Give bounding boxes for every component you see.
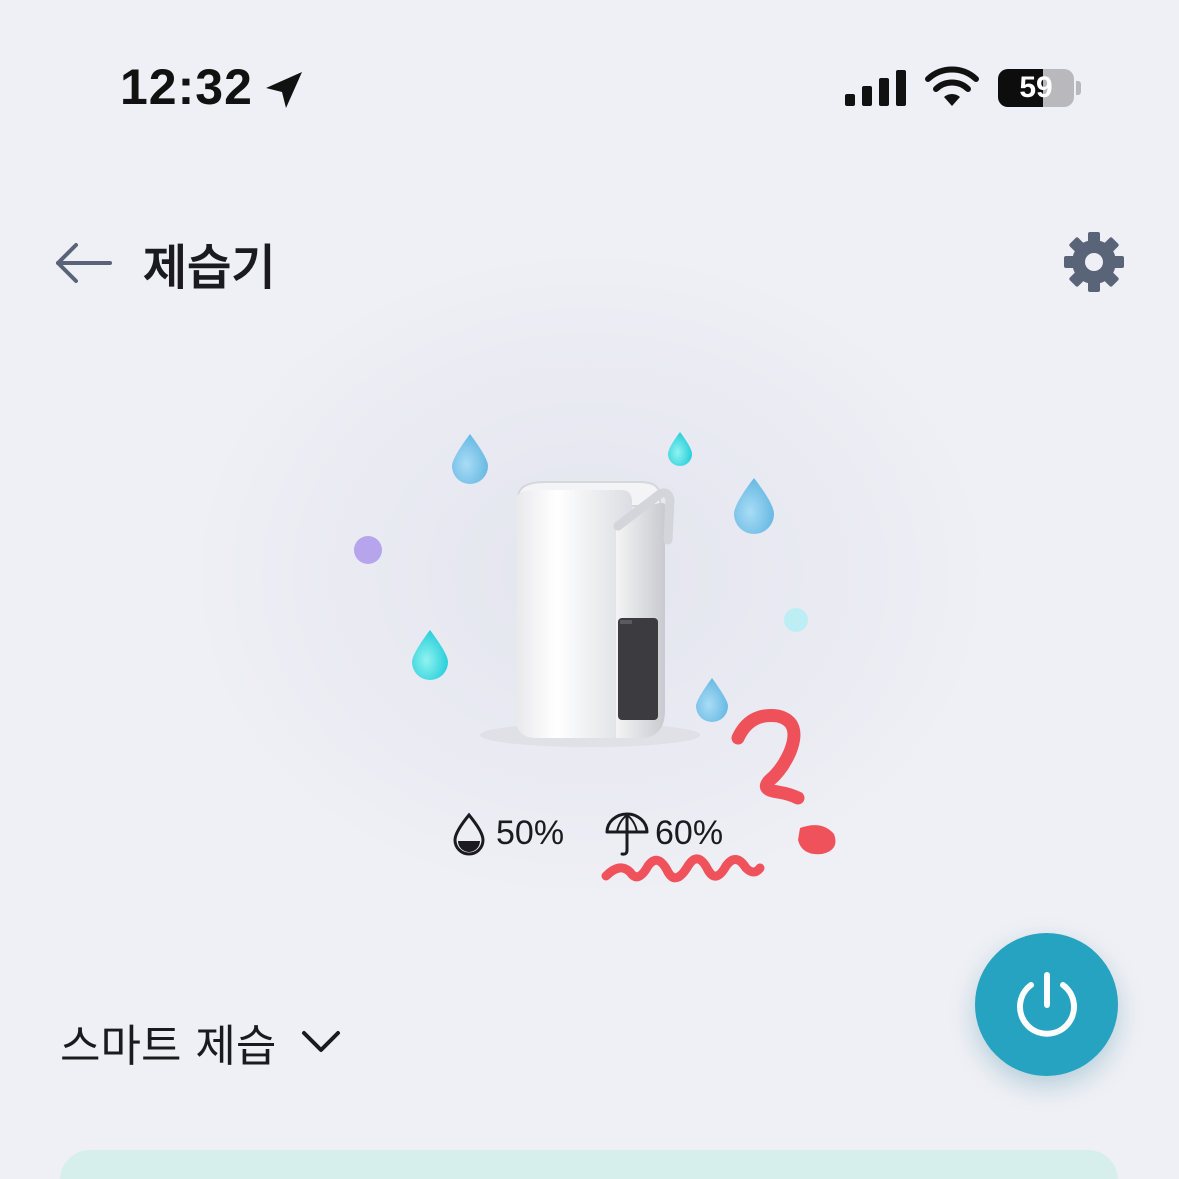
gear-icon	[1064, 232, 1124, 292]
back-button[interactable]	[50, 236, 116, 290]
wifi-icon	[925, 66, 979, 106]
power-button[interactable]	[975, 933, 1118, 1076]
target-humidity-value: 60%	[655, 814, 724, 852]
battery-percent: 59	[1019, 71, 1053, 104]
dehumidifier-illustration	[354, 432, 808, 747]
water-drop-icon	[453, 812, 485, 856]
dehumidifier-screen: 12:32 59 제습기 50% 60% 스마트 제습	[0, 0, 1179, 1179]
bottom-card	[60, 1150, 1118, 1179]
mode-label: 스마트 제습	[60, 1021, 277, 1072]
battery-indicator: 59	[998, 69, 1074, 107]
status-time: 12:32	[120, 59, 253, 115]
power-icon	[1017, 972, 1077, 1037]
current-humidity-value: 50%	[496, 814, 565, 852]
cellular-signal-icon	[845, 70, 906, 106]
page-title: 제습기	[143, 240, 276, 296]
battery-cap	[1076, 81, 1081, 95]
settings-button[interactable]	[1060, 230, 1128, 294]
chevron-down-icon	[302, 1031, 341, 1052]
location-arrow-icon	[266, 72, 302, 108]
back-arrow-icon	[56, 243, 112, 283]
mode-selector[interactable]: 스마트 제습	[60, 1010, 344, 1074]
umbrella-icon	[605, 812, 649, 856]
